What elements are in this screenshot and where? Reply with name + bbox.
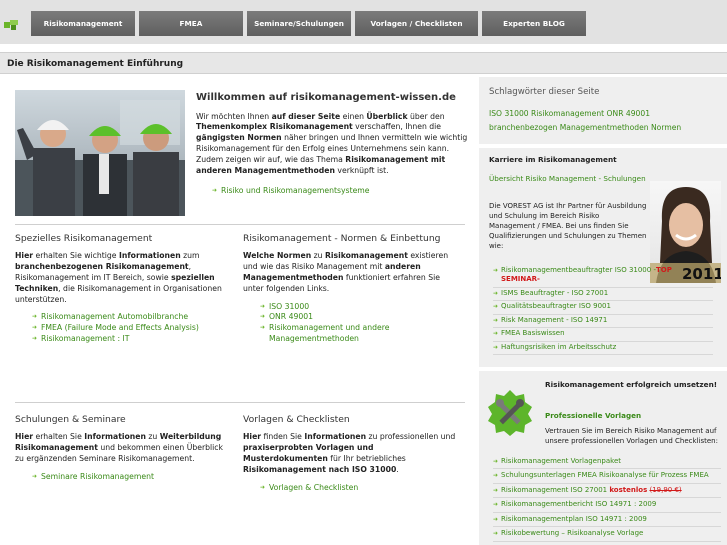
career-item-risk-management[interactable]: ➜ Risk Management - ISO 14971 [493,315,713,329]
link-risiko-systeme[interactable]: ➜ Risiko und Risikomanagementsysteme [212,186,468,197]
nav-vorlagen-checklisten[interactable]: Vorlagen / Checklisten [355,11,478,36]
right-sidebar: Schlagwörter dieser Seite ISO 31000 Risi… [479,77,727,545]
special-title: Spezielles Risikomanagement [15,233,153,244]
seminars-title: Schulungen & Seminare [15,414,126,425]
link-iso-31000[interactable]: ➜ ISO 31000 [260,302,458,313]
templates-section: Vorlagen & Checklisten Hier finden Sie I… [243,414,458,493]
tpl-item-vorlagenpaket[interactable]: ➜ Risikomanagement Vorlagenpaket [493,455,721,470]
arrow-right-icon: ➜ [493,486,499,494]
tpl-item-plan[interactable]: ➜ Risikomanagementplan ISO 14971 : 2009 [493,513,721,528]
link-fmea[interactable]: ➜ FMEA (Failure Mode and Effects Analysis… [32,323,225,334]
arrow-right-icon: ➜ [260,483,266,491]
arrow-right-icon: ➜ [260,302,266,310]
nav-fmea[interactable]: FMEA [139,11,243,36]
page-title: Die Risikomanagement Einführung [7,59,184,69]
seminars-text: Hier erhalten Sie Informationen zu Weite… [15,431,223,463]
career-list: ➜ Risikomanagementbeauftragter ISO 31000 … [493,265,713,356]
arrow-right-icon: ➜ [493,458,499,465]
tag-link[interactable]: Risikomanagement [531,109,604,118]
tpl-item-fmea-schulung[interactable]: ➜ Schulungsunterlagen FMEA Risikoanalyse … [493,469,721,484]
arrow-right-icon: ➜ [32,472,38,480]
career-title: Karriere im Risikomanagement [489,155,617,164]
career-item-haftungsrisiken[interactable]: ➜ Haftungsrisiken im Arbeitsschutz [493,342,713,356]
templates-promo-list: ➜ Risikomanagement Vorlagenpaket ➜ Schulun… [493,455,721,542]
arrow-right-icon: ➜ [493,515,499,523]
tag-cloud: ISO 31000 Risikomanagement ONR 49001 bra… [489,107,719,135]
divider [15,224,465,225]
tag-link[interactable]: branchenbezogen [489,123,557,132]
tags-title: Schlagwörter dieser Seite [489,87,600,97]
norms-text: Welche Normen zu Risikomanagement existi… [243,250,449,293]
tpl-item-iso-27001[interactable]: ➜ Risikomanagement ISO 27001 kostenlos (1… [493,484,721,499]
sidebar-separator [479,144,727,148]
arrow-right-icon: ➜ [493,472,499,480]
career-item-rm-beauftragter[interactable]: ➜ Risikomanagementbeauftragter ISO 31000 … [493,265,713,288]
main-nav: Risikomanagement FMEA Seminare/Schulunge… [31,11,590,36]
divider [15,402,465,403]
career-item-qualitaet[interactable]: ➜ Qualitätsbeauftragter ISO 9001 [493,301,713,315]
welcome-title: Willkommen auf risikomanagement-wissen.d… [196,92,456,103]
tag-link[interactable]: Normen [651,123,681,132]
arrow-right-icon: ➜ [493,267,499,274]
nav-seminare-schulungen[interactable]: Seminare/Schulungen [247,11,351,36]
tag-link[interactable]: Managementmethoden [560,123,649,132]
special-section: Spezielles Risikomanagement Hier erhalte… [15,233,225,345]
nav-experten-blog[interactable]: Experten BLOG [482,11,586,36]
top-navigation-bar: Risikomanagement FMEA Seminare/Schulunge… [0,0,727,44]
career-overview-link[interactable]: Übersicht Risiko Management - Schulungen [489,174,649,184]
arrow-right-icon: ➜ [493,343,499,351]
tpl-item-bericht[interactable]: ➜ Risikomanagementbericht ISO 14971 : 200… [493,498,721,513]
tools-icon [488,390,532,436]
tpl-item-bewertung[interactable]: ➜ Risikobewertung – Risikoanalyse Vorlage [493,527,721,542]
link-managementmethoden[interactable]: ➜ Risikomanagement und andere Managementm… [260,323,458,345]
hero-image-business-people [15,90,185,216]
link-onr-49001[interactable]: ➜ ONR 49001 [260,312,458,323]
arrow-right-icon: ➜ [32,335,38,343]
templates-text: Hier finden Sie Informationen zu profess… [243,431,456,474]
templates-promo-subtitle: Professionelle Vorlagen [545,411,642,420]
arrow-right-icon: ➜ [260,313,266,321]
arrow-right-icon: ➜ [32,313,38,321]
career-text: Die VOREST AG ist Ihr Partner für Ausbil… [489,202,647,250]
link-it[interactable]: ➜ Risikomanagement : IT [32,334,225,345]
templates-promo-title: Risikomanagement erfolgreich umsetzen! [545,380,718,389]
link-vorlagen-checklisten[interactable]: ➜ Vorlagen & Checklisten [260,483,458,494]
tag-link[interactable]: ONR 49001 [607,109,651,118]
norms-section: Risikomanagement - Normen & Einbettung W… [243,233,458,345]
arrow-right-icon: ➜ [493,330,499,338]
arrow-right-icon: ➜ [493,316,499,324]
career-item-isms[interactable]: ➜ ISMS Beauftragter - ISO 27001 [493,288,713,302]
welcome-section: Willkommen auf risikomanagement-wissen.d… [196,91,468,197]
link-seminare[interactable]: ➜ Seminare Risikomanagement [32,472,225,483]
page-title-bar: Die Risikomanagement Einführung [0,52,727,74]
sidebar-separator [479,367,727,371]
special-text: Hier erhalten Sie wichtige Informationen… [15,250,222,304]
arrow-right-icon: ➜ [493,289,499,297]
arrow-right-icon: ➜ [212,187,218,195]
career-item-fmea[interactable]: ➜ FMEA Basiswissen [493,328,713,342]
norms-title: Risikomanagement - Normen & Einbettung [243,233,441,244]
templates-promo-text: Vertrauen Sie im Bereich Risiko Manageme… [545,427,718,445]
arrow-right-icon: ➜ [260,324,266,332]
arrow-right-icon: ➜ [493,303,499,311]
tag-link[interactable]: ISO 31000 [489,109,529,118]
templates-title: Vorlagen & Checklisten [243,414,350,425]
arrow-right-icon: ➜ [32,324,38,332]
site-logo-icon[interactable] [4,20,18,30]
link-automobilbranche[interactable]: ➜ Risikomanagement Automobilbranche [32,312,225,323]
nav-risikomanagement[interactable]: Risikomanagement [31,11,135,36]
welcome-text: Wir möchten Ihnen auf dieser Seite einen… [196,111,468,176]
arrow-right-icon: ➜ [493,501,499,509]
arrow-right-icon: ➜ [493,530,499,538]
seminars-section: Schulungen & Seminare Hier erhalten Sie … [15,414,225,482]
